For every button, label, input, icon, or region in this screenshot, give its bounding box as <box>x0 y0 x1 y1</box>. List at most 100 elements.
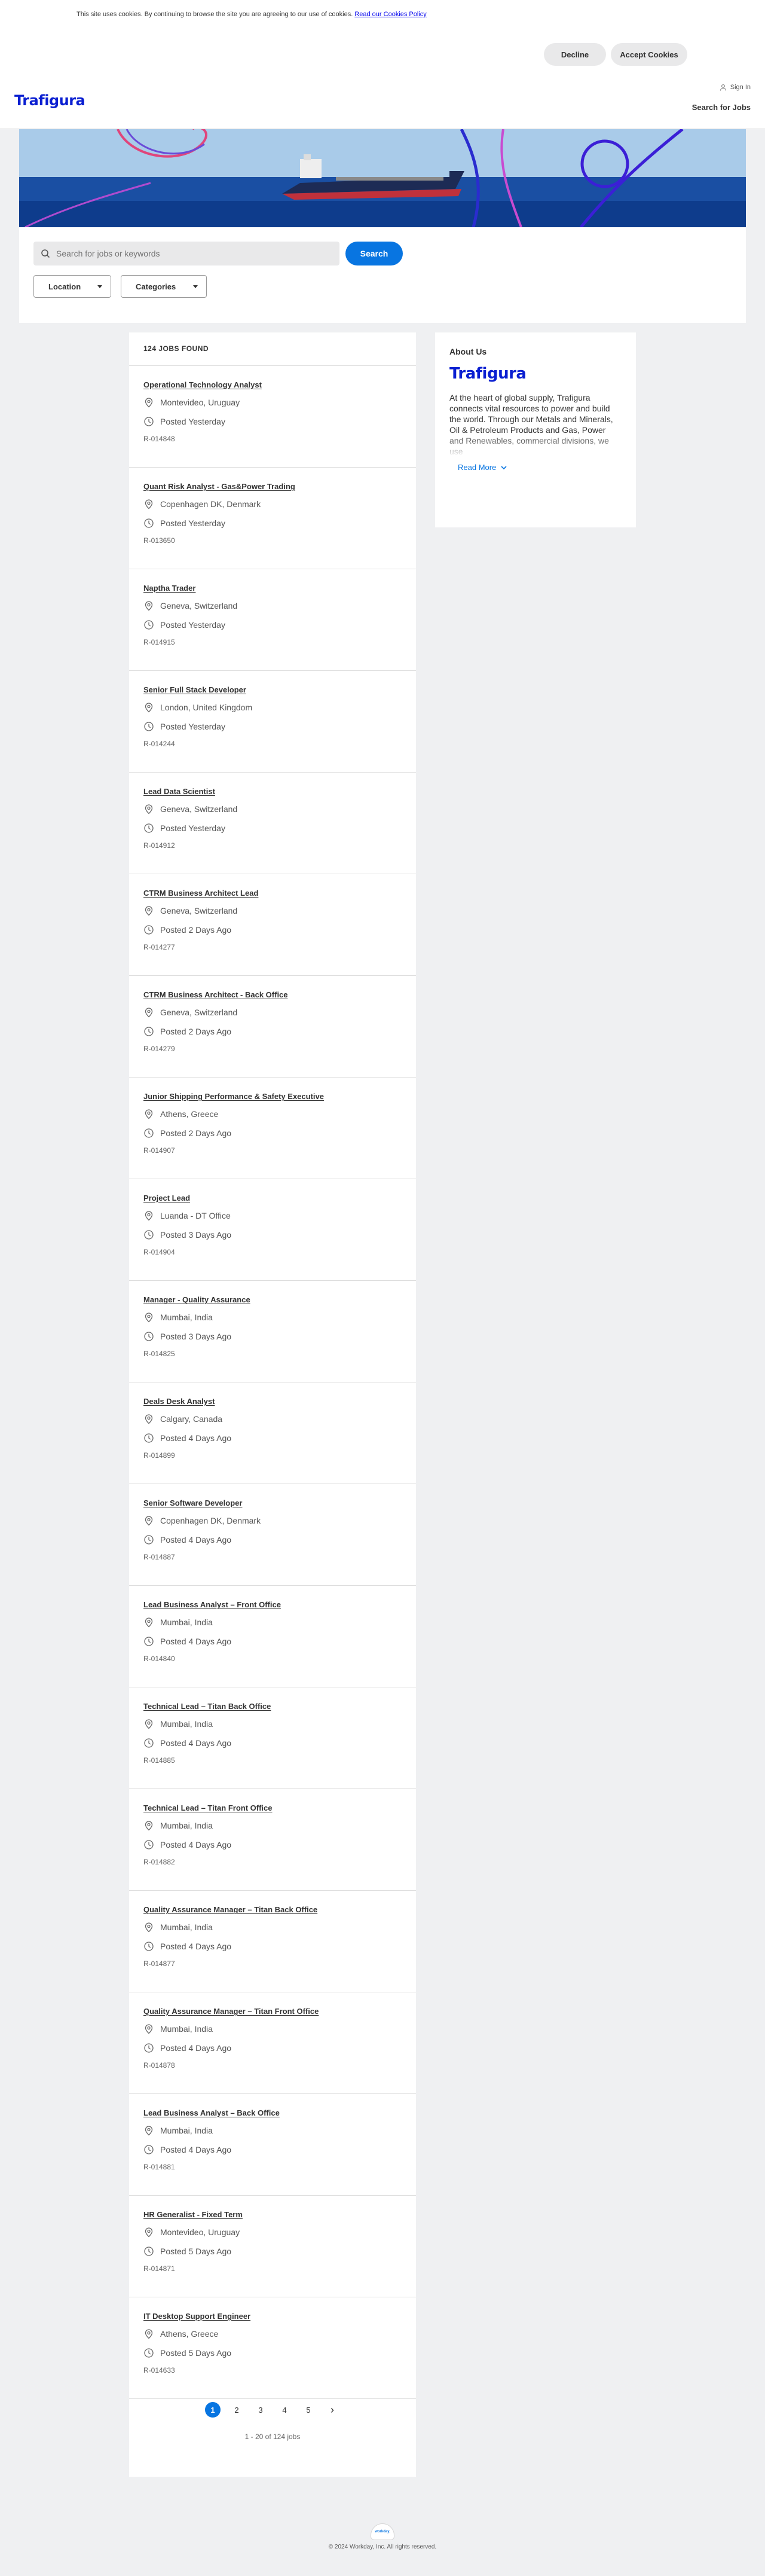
job-title-link[interactable]: Quality Assurance Manager – Titan Back O… <box>143 1905 402 1914</box>
search-button[interactable]: Search <box>345 242 403 265</box>
job-title-link[interactable]: Project Lead <box>143 1194 402 1202</box>
job-title-link[interactable]: CTRM Business Architect Lead <box>143 889 402 898</box>
job-title-link[interactable]: Senior Software Developer <box>143 1498 402 1507</box>
job-requisition-id: R-014871 <box>143 2264 175 2273</box>
search-for-jobs-link[interactable]: Search for Jobs <box>692 103 751 112</box>
job-posted-text: Posted 4 Days Ago <box>160 2043 232 2053</box>
job-location-text: Mumbai, India <box>160 2126 213 2135</box>
company-logo[interactable]: Trafigura <box>14 92 85 109</box>
job-title-link[interactable]: Quant Risk Analyst - Gas&Power Trading <box>143 482 402 491</box>
job-requisition-id: R-014877 <box>143 1960 175 1968</box>
job-location: Copenhagen DK, Denmark <box>143 498 402 510</box>
job-posted-text: Posted Yesterday <box>160 620 225 630</box>
job-posted: Posted 5 Days Ago <box>143 2347 402 2359</box>
page-button-4[interactable]: 4 <box>277 2402 292 2418</box>
job-title-link[interactable]: Technical Lead – Titan Front Office <box>143 1803 402 1812</box>
job-posted-text: Posted 5 Days Ago <box>160 2247 232 2256</box>
job-location-text: Mumbai, India <box>160 1719 213 1729</box>
job-posted: Posted 4 Days Ago <box>143 2144 402 2156</box>
categories-filter[interactable]: Categories <box>121 275 207 298</box>
location-pin-icon <box>145 2329 153 2339</box>
job-requisition-id: R-014878 <box>143 2061 175 2070</box>
location-pin-icon <box>145 1109 153 1119</box>
job-title-link[interactable]: Lead Business Analyst – Back Office <box>143 2108 402 2117</box>
job-title-link[interactable]: Lead Business Analyst – Front Office <box>143 1600 402 1609</box>
job-title-link[interactable]: CTRM Business Architect - Back Office <box>143 990 402 999</box>
categories-filter-label: Categories <box>136 282 176 291</box>
job-list-item: Project Lead Luanda - DT Office Posted 3 D… <box>129 1179 416 1281</box>
job-posted: Posted 4 Days Ago <box>143 1635 402 1647</box>
job-posted-text: Posted 2 Days Ago <box>160 925 232 935</box>
job-list-item: Lead Business Analyst – Back Office Mumba… <box>129 2094 416 2196</box>
location-pin-icon <box>145 1922 153 1933</box>
job-posted: Posted Yesterday <box>143 619 402 631</box>
user-icon <box>720 84 726 91</box>
job-requisition-id: R-014881 <box>143 2163 175 2171</box>
cookie-policy-link[interactable]: Read our Cookies Policy <box>354 11 426 18</box>
job-title-link[interactable]: Technical Lead – Titan Back Office <box>143 1702 402 1711</box>
job-title-link[interactable]: Lead Data Scientist <box>143 787 402 796</box>
job-title-link[interactable]: HR Generalist - Fixed Term <box>143 2210 402 2219</box>
location-pin-icon <box>145 398 153 408</box>
job-posted: Posted 4 Days Ago <box>143 2042 402 2054</box>
job-posted-text: Posted 2 Days Ago <box>160 1128 232 1138</box>
job-location-text: Mumbai, India <box>160 1617 213 1627</box>
job-posted: Posted 3 Days Ago <box>143 1330 402 1342</box>
job-location-text: Montevideo, Uruguay <box>160 398 240 407</box>
job-location: Geneva, Switzerland <box>143 600 402 612</box>
job-location: Mumbai, India <box>143 1718 402 1730</box>
page-button-2[interactable]: 2 <box>229 2402 244 2418</box>
job-requisition-id: R-014848 <box>143 435 175 443</box>
search-field[interactable] <box>33 242 339 265</box>
job-title-link[interactable]: IT Desktop Support Engineer <box>143 2312 402 2321</box>
location-filter[interactable]: Location <box>33 275 111 298</box>
clock-icon <box>144 1230 154 1240</box>
job-title-link[interactable]: Manager - Quality Assurance <box>143 1295 402 1304</box>
job-list: 124 JOBS FOUND Operational Technology An… <box>129 332 416 2477</box>
clock-icon <box>144 722 154 731</box>
page-button-1[interactable]: 1 <box>205 2402 221 2418</box>
accept-cookies-button[interactable]: Accept Cookies <box>611 43 687 66</box>
job-requisition-id: R-014904 <box>143 1248 175 1256</box>
hero-banner <box>19 129 746 227</box>
about-heading: About Us <box>449 347 487 356</box>
job-posted-text: Posted 2 Days Ago <box>160 1027 232 1036</box>
site-header: Trafigura Sign In Search for Jobs <box>0 78 765 129</box>
decline-cookies-button[interactable]: Decline <box>544 43 606 66</box>
job-requisition-id: R-014887 <box>143 1553 175 1561</box>
page-button-3[interactable]: 3 <box>253 2402 268 2418</box>
jobs-found-count: 124 JOBS FOUND <box>129 332 416 366</box>
job-posted: Posted 3 Days Ago <box>143 1229 402 1241</box>
job-location-text: Luanda - DT Office <box>160 1211 231 1220</box>
job-title-link[interactable]: Junior Shipping Performance & Safety Exe… <box>143 1092 402 1101</box>
job-location-text: Athens, Greece <box>160 1109 219 1119</box>
job-title-link[interactable]: Quality Assurance Manager – Titan Front … <box>143 2007 402 2016</box>
read-more-button[interactable]: Read More <box>458 463 622 472</box>
job-title-link[interactable]: Deals Desk Analyst <box>143 1397 402 1406</box>
clock-icon <box>144 1840 154 1849</box>
job-posted-text: Posted 3 Days Ago <box>160 1230 232 1240</box>
next-page-button[interactable]: › <box>325 2402 340 2418</box>
job-list-item: Lead Business Analyst – Front Office Mumb… <box>129 1586 416 1687</box>
about-us-card: About Us Trafigura At the heart of globa… <box>435 332 636 527</box>
workday-logo: workday. <box>371 2523 394 2540</box>
page-button-5[interactable]: 5 <box>301 2402 316 2418</box>
search-panel: Search Location Categories <box>19 227 746 323</box>
clock-icon <box>144 2247 154 2256</box>
cookie-message: This site uses cookies. By continuing to… <box>76 11 427 18</box>
search-input[interactable] <box>56 249 319 258</box>
job-posted: Posted 4 Days Ago <box>143 1737 402 1749</box>
job-title-link[interactable]: Senior Full Stack Developer <box>143 685 402 694</box>
job-list-item: CTRM Business Architect Lead Geneva, Swit… <box>129 874 416 976</box>
job-title-link[interactable]: Naptha Trader <box>143 584 402 593</box>
job-posted: Posted 2 Days Ago <box>143 924 402 936</box>
clock-icon <box>144 1433 154 1443</box>
sign-in-link[interactable]: Sign In <box>720 84 751 91</box>
cookie-text: This site uses cookies. By continuing to… <box>76 11 353 18</box>
job-location-text: Calgary, Canada <box>160 1414 223 1424</box>
job-list-item: Operational Technology Analyst Montevideo… <box>129 366 416 468</box>
job-title-link[interactable]: Operational Technology Analyst <box>143 380 402 389</box>
clock-icon <box>144 2145 154 2154</box>
job-list-item: Naptha Trader Geneva, Switzerland Posted Y… <box>129 569 416 671</box>
cookie-banner: This site uses cookies. By continuing to… <box>0 0 765 78</box>
